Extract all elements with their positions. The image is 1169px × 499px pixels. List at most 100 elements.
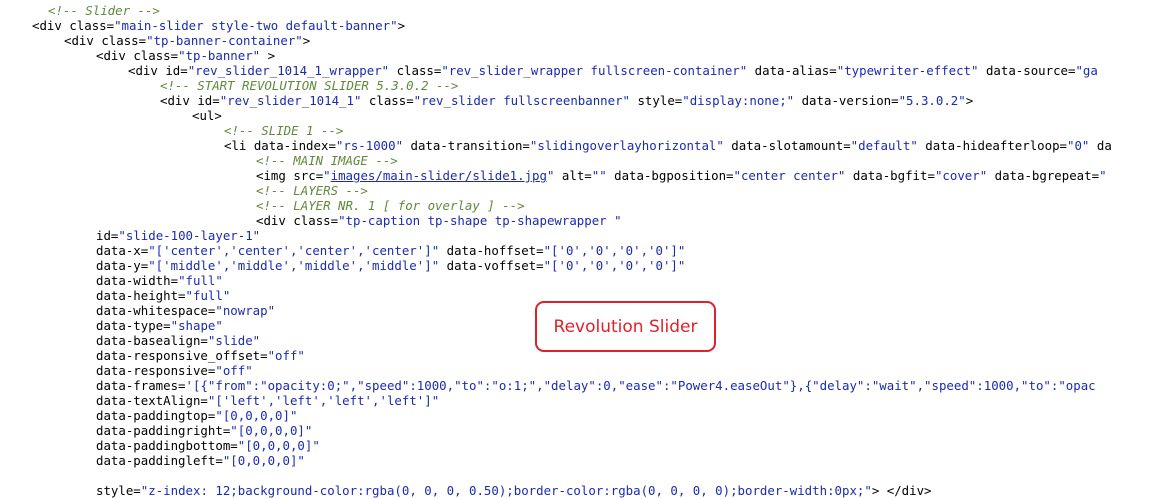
- code-token: data-paddingleft=: [96, 453, 223, 468]
- code-token: "tp-banner": [178, 48, 261, 63]
- code-token: "cover": [934, 168, 988, 183]
- code-line: data-paddingleft="[0,0,0,0]": [96, 453, 305, 468]
- code-token: "['center','center','center','center']": [148, 243, 440, 258]
- code-token: data-hoffset=: [439, 243, 544, 258]
- code-token: "shape": [170, 318, 223, 333]
- code-line: <div class="tp-banner-container">: [64, 33, 310, 48]
- code-token: class=: [69, 18, 115, 33]
- code-token: "off": [215, 363, 253, 378]
- code-token: data-y=: [96, 258, 149, 273]
- code-token: <div: [32, 18, 70, 33]
- code-token: <div: [256, 213, 294, 228]
- code-line: data-textAlign="['left','left','left','l…: [96, 393, 439, 408]
- code-line: style="z-index: 12;background-color:rgba…: [96, 483, 932, 498]
- code-token: style=: [96, 483, 141, 498]
- code-token: data-paddingright=: [96, 423, 231, 438]
- code-viewer: <!-- Slider --> <div class="main-slider s…: [0, 0, 1169, 499]
- code-comment: <!-- LAYERS -->: [256, 183, 368, 198]
- code-line: data-responsive="off": [96, 363, 253, 378]
- code-line: <div id="rev_slider_1014_1" class="rev_s…: [160, 93, 973, 108]
- code-token: data-version=: [794, 93, 899, 108]
- code-token: > </div>: [871, 483, 932, 498]
- code-token: "0": [1067, 138, 1090, 153]
- code-token: da: [1089, 138, 1112, 153]
- code-token: "ga: [1075, 63, 1098, 78]
- code-line: data-whitespace="nowrap": [96, 303, 275, 318]
- code-line: <!-- SLIDE 1 -->: [224, 123, 343, 138]
- code-token: data-height=: [96, 288, 186, 303]
- code-line: <!-- START REVOLUTION SLIDER 5.3.0.2 -->: [160, 78, 458, 93]
- code-token: data-paddingtop=: [96, 408, 216, 423]
- code-comment: <!-- Slider -->: [48, 3, 160, 18]
- code-line: <!-- LAYER NR. 1 [ for overlay ] -->: [256, 198, 525, 213]
- code-token: <div: [128, 63, 166, 78]
- code-line: <!-- LAYERS -->: [256, 183, 368, 198]
- code-line: id="slide-100-layer-1": [96, 228, 260, 243]
- code-line: <li data-index="rs-1000" data-transition…: [224, 138, 1112, 153]
- code-token: class=: [101, 33, 147, 48]
- code-token: data-alias=: [747, 63, 837, 78]
- code-token: data-basealign=: [96, 333, 208, 348]
- code-line: data-responsive_offset="off": [96, 348, 305, 363]
- code-token: data-responsive_offset=: [96, 348, 268, 363]
- code-token: "off": [267, 348, 305, 363]
- code-token: >: [260, 48, 276, 63]
- callout-label: Revolution Slider: [553, 316, 698, 337]
- code-token: data-responsive=: [96, 363, 216, 378]
- code-line: data-basealign="slide": [96, 333, 260, 348]
- code-token: "rs-1000": [335, 138, 404, 153]
- code-line: <!-- Slider -->: [48, 3, 160, 18]
- code-token: style=: [630, 93, 683, 108]
- code-token: src=: [293, 168, 324, 183]
- code-token: "": [591, 168, 607, 183]
- code-token: >: [397, 18, 406, 33]
- code-token: "full": [185, 288, 231, 303]
- code-token: id=: [197, 93, 220, 108]
- code-token: "center center": [733, 168, 846, 183]
- code-token: "full": [178, 273, 223, 288]
- code-token: data-source=: [978, 63, 1076, 78]
- code-token: "['left','left','left','left']": [207, 393, 440, 408]
- code-token: >: [302, 33, 311, 48]
- code-line: <div id="rev_slider_1014_1_wrapper" clas…: [128, 63, 1098, 78]
- code-token: "5.3.0.2": [898, 93, 966, 108]
- code-token: data-voffset=: [439, 258, 544, 273]
- code-line: <div class="main-slider style-two defaul…: [32, 18, 405, 33]
- code-token: "['0','0','0','0']": [543, 258, 686, 273]
- code-token: "rev_slider_wrapper fullscreen-container…: [441, 63, 748, 78]
- code-token: "display:none;": [682, 93, 795, 108]
- code-line: data-x="['center','center','center','cen…: [96, 243, 685, 258]
- code-token: "slide": [207, 333, 261, 348]
- code-comment: <!-- LAYER NR. 1 [ for overlay ] -->: [256, 198, 525, 213]
- code-token: <ul>: [192, 108, 222, 123]
- code-comment: <!-- MAIN IMAGE -->: [256, 153, 398, 168]
- code-token: "[0,0,0,0]": [215, 408, 298, 423]
- code-token: class=: [133, 48, 179, 63]
- code-token: "rev_slider_1014_1": [219, 93, 362, 108]
- code-token: data-bgrepeat=: [987, 168, 1100, 183]
- code-token: "[0,0,0,0]": [237, 438, 320, 453]
- code-token: data-bgfit=: [845, 168, 935, 183]
- code-line: data-type="shape": [96, 318, 223, 333]
- code-token: "default": [850, 138, 918, 153]
- code-comment: <!-- SLIDE 1 -->: [224, 123, 344, 138]
- code-token: data-slotamount=: [723, 138, 851, 153]
- code-link[interactable]: images/main-slider/slide1.jpg: [331, 168, 547, 183]
- code-comment: <!-- START REVOLUTION SLIDER 5.3.0.2 -->: [160, 78, 459, 93]
- code-token: data-hideafterloop=: [917, 138, 1068, 153]
- code-line: data-paddingtop="[0,0,0,0]": [96, 408, 297, 423]
- code-line: data-paddingbottom="[0,0,0,0]": [96, 438, 320, 453]
- code-token: class=: [361, 93, 414, 108]
- code-token: data-bgposition=: [606, 168, 734, 183]
- code-line: <!-- MAIN IMAGE -->: [256, 153, 398, 168]
- code-token: data-paddingbottom=: [96, 438, 238, 453]
- code-token: data-x=: [96, 243, 149, 258]
- code-line: data-y="['middle','middle','middle','mid…: [96, 258, 685, 273]
- code-line: <img src="images/main-slider/slide1.jpg"…: [256, 168, 1107, 183]
- code-token: data-width=: [96, 273, 179, 288]
- code-token: "slide-100-layer-1": [118, 228, 261, 243]
- code-token: <div: [96, 48, 134, 63]
- code-token: ": [323, 168, 331, 183]
- code-token: "tp-banner-container": [146, 33, 303, 48]
- code-token: data-frames=: [96, 378, 186, 393]
